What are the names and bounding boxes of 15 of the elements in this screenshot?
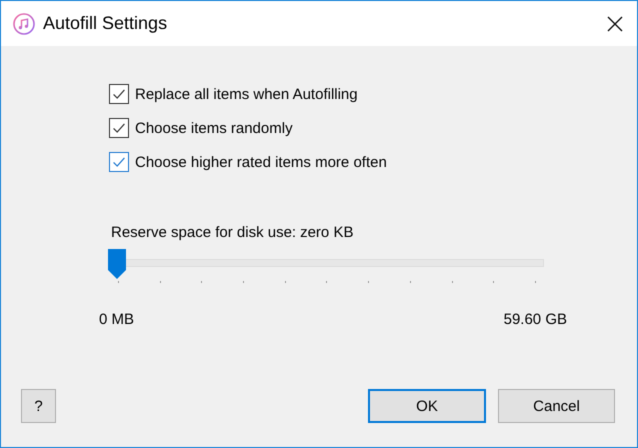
slider[interactable] bbox=[108, 249, 544, 279]
help-button[interactable]: ? bbox=[21, 389, 56, 423]
reserve-value: zero KB bbox=[300, 224, 354, 241]
ok-button[interactable]: OK bbox=[368, 389, 486, 423]
checkbox-label: Choose higher rated items more often bbox=[135, 154, 387, 170]
cancel-button[interactable]: Cancel bbox=[498, 389, 615, 423]
reserve-label: Reserve space for disk use: bbox=[111, 224, 296, 241]
checkbox-label: Choose items randomly bbox=[135, 120, 293, 136]
close-icon[interactable] bbox=[607, 16, 623, 32]
max-label: 59.60 GB bbox=[504, 311, 567, 328]
checkbox-label: Replace all items when Autofilling bbox=[135, 86, 358, 102]
window-title: Autofill Settings bbox=[43, 13, 168, 34]
slider-thumb[interactable] bbox=[108, 249, 126, 279]
min-label: 0 MB bbox=[99, 311, 134, 328]
music-note-icon bbox=[13, 12, 35, 34]
